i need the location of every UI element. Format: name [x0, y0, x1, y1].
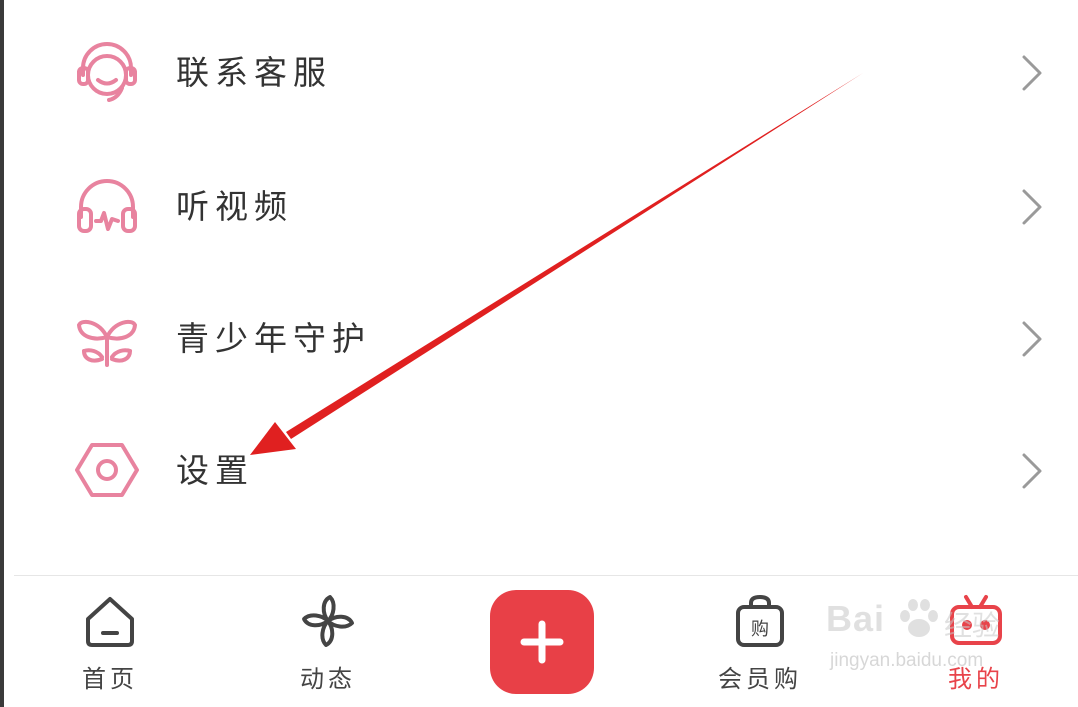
menu-item-customer-service[interactable]: 联系客服 [4, 7, 1078, 139]
watermark-url: jingyan.baidu.com [830, 650, 984, 671]
tab-label: 首页 [82, 665, 138, 693]
home-icon [86, 597, 134, 647]
settings-hexagon-icon [75, 443, 139, 497]
chevron-right-icon [1022, 321, 1042, 357]
menu-item-youth-protection[interactable]: 青少年守护 [4, 271, 1078, 403]
add-post-button[interactable] [490, 590, 594, 694]
tab-label: 会员购 [718, 665, 802, 693]
chevron-right-icon [1022, 55, 1042, 91]
headphones-icon [77, 179, 137, 233]
pinwheel-icon [302, 595, 354, 647]
menu-item-label: 听视频 [176, 187, 293, 226]
shopping-bag-icon: 购 [736, 595, 784, 647]
tab-label: 动态 [300, 665, 356, 693]
watermark-suffix: 经验 [944, 609, 1001, 642]
tab-dynamic[interactable]: 动态 [258, 585, 398, 705]
plus-icon [520, 620, 564, 664]
tab-home[interactable]: 首页 [40, 585, 180, 705]
menu-item-label: 青少年守护 [176, 319, 371, 358]
svg-text:购: 购 [751, 619, 769, 640]
sprout-icon [77, 319, 137, 367]
paw-icon [900, 599, 938, 637]
tabbar-divider [14, 575, 1078, 576]
watermark-brand: Bai [826, 598, 886, 639]
menu-item-settings[interactable]: 设置 [4, 403, 1078, 535]
menu-item-label: 设置 [176, 451, 254, 490]
chevron-right-icon [1022, 189, 1042, 225]
tab-member-shop[interactable]: 购 会员购 [690, 585, 830, 705]
menu-item-listen-video[interactable]: 听视频 [4, 139, 1078, 271]
chevron-right-icon [1022, 453, 1042, 489]
menu-item-label: 联系客服 [176, 53, 332, 92]
baidu-jingyan-watermark: Bai 经验 jingyan.baidu.com [826, 590, 1026, 680]
headset-icon [77, 42, 137, 102]
